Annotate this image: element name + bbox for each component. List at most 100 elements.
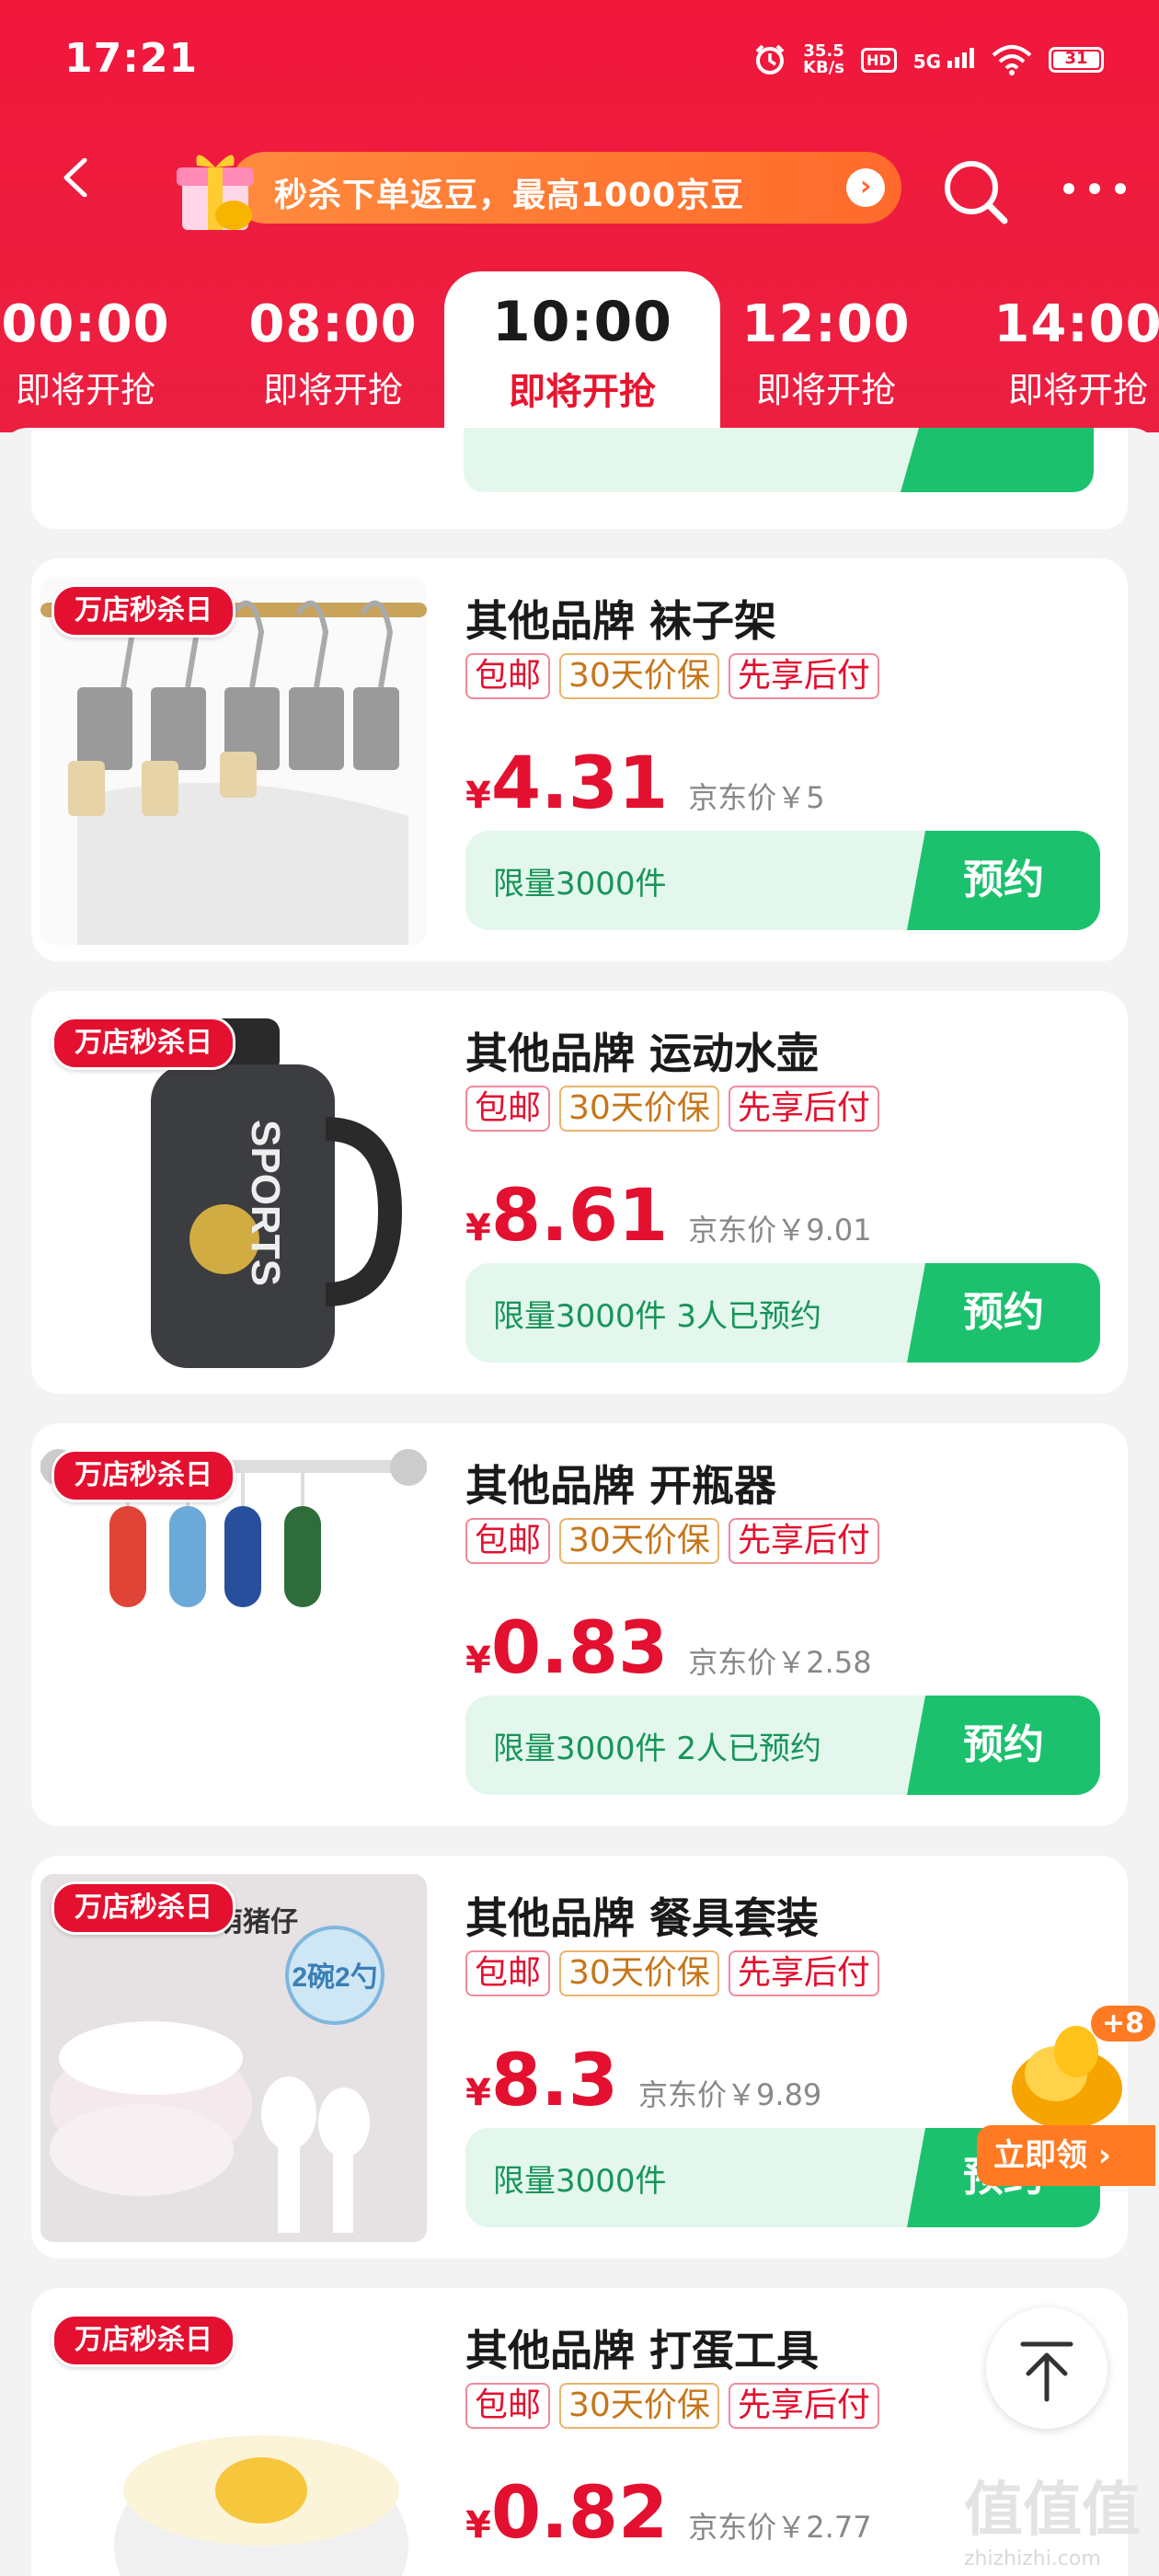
sale-price: 8.3 xyxy=(490,2040,619,2122)
promo-badge: 万店秒杀日 xyxy=(52,584,235,638)
tag-price-protect: 30天价保 xyxy=(559,1518,719,1564)
status-bar: 17:21 35.5 KB/s HD 5G 31 xyxy=(0,0,1159,120)
claim-button[interactable]: 立即领 › xyxy=(977,2125,1155,2186)
currency-symbol: ¥ xyxy=(465,1207,491,1249)
battery-icon: 31 xyxy=(1049,47,1104,73)
limit-text: 限量3000件 xyxy=(493,866,667,903)
currency-symbol: ¥ xyxy=(465,2504,491,2547)
tab-1400[interactable]: 14:00 即将开抢 xyxy=(972,294,1159,412)
sale-price: 0.83 xyxy=(490,1607,669,1690)
limit-text: 限量3000件 xyxy=(493,2163,667,2200)
price-row: ¥ 8.61 京东价￥9.01 xyxy=(465,1175,872,1258)
tag-free-shipping: 包邮 xyxy=(465,1950,551,1996)
price-row: ¥ 8.3 京东价￥9.89 xyxy=(465,2040,821,2122)
tag-free-shipping: 包邮 xyxy=(465,1518,551,1564)
price-row: ¥ 0.82 京东价￥2.77 xyxy=(465,2472,872,2555)
reward-widget[interactable]: +8 立即领 › xyxy=(975,2006,1159,2190)
tag-free-shipping: 包邮 xyxy=(465,653,551,699)
reserve-button[interactable]: 预约 xyxy=(907,831,1100,930)
tag-free-shipping: 包邮 xyxy=(465,1086,551,1132)
back-to-top-button[interactable] xyxy=(986,2307,1107,2429)
wifi-icon xyxy=(992,45,1032,75)
tag-list: 包邮 30天价保 先享后付 xyxy=(465,653,879,699)
arrow-up-icon xyxy=(1020,2341,1073,2402)
currency-symbol: ¥ xyxy=(465,1639,491,1682)
tab-1200[interactable]: 12:00 即将开抢 xyxy=(720,294,932,412)
signal-5g-icon: 5G xyxy=(913,47,975,73)
egg-caption-sub-text: 方便快捷 xyxy=(174,2388,262,2413)
chevron-right-icon: › xyxy=(846,168,885,207)
chevron-right-icon: › xyxy=(1097,2137,1111,2174)
tag-price-protect: 30天价保 xyxy=(559,1950,719,1996)
jd-price: 京东价￥2.58 xyxy=(688,1645,872,1680)
reserve-button[interactable]: 预约 xyxy=(907,1696,1100,1795)
tag-pay-later: 先享后付 xyxy=(728,2383,879,2429)
bowl-count-text: 2碗2勺 xyxy=(292,1961,377,1993)
product-list: 万店秒杀日 其他品牌 袜子架 包邮 30天价保 先享后付 ¥ 4.31 京东价￥… xyxy=(0,428,1159,2576)
promo-banner[interactable]: 秒杀下单返豆，最高1000京豆 › xyxy=(230,152,901,224)
time-tabs: 00:00 即将开抢 08:00 即将开抢 10:00 即将开抢 12:00 即… xyxy=(0,271,1159,432)
price-row: ¥ 4.31 京东价￥5 xyxy=(465,742,825,825)
product-title: 其他品牌 打蛋工具 xyxy=(465,2326,820,2375)
net-speed: 35.5 KB/s xyxy=(803,41,845,77)
tag-price-protect: 30天价保 xyxy=(559,2383,719,2429)
tag-pay-later: 先享后付 xyxy=(728,1086,879,1132)
product-card[interactable]: 万店秒杀日 其他品牌 袜子架 包邮 30天价保 先享后付 ¥ 4.31 京东价￥… xyxy=(31,558,1128,961)
bottle-text: SPORTS xyxy=(243,1120,288,1286)
reserve-bar: 限量3000件 2人已预约 预约 xyxy=(465,1696,1100,1795)
product-title: 其他品牌 餐具套装 xyxy=(465,1893,820,1943)
product-title: 其他品牌 袜子架 xyxy=(465,596,777,646)
currency-symbol: ¥ xyxy=(465,775,491,817)
watermark: 值值值 zhizhizhi.com xyxy=(964,2477,1141,2570)
promo-badge: 万店秒杀日 xyxy=(52,2314,235,2367)
product-title: 其他品牌 运动水壶 xyxy=(465,1029,820,1078)
tag-list: 包邮 30天价保 先享后付 xyxy=(465,1518,879,1564)
tab-0800[interactable]: 08:00 即将开抢 xyxy=(227,294,439,412)
limit-text: 限量3000件 3人已预约 xyxy=(493,1298,821,1335)
product-card-partial xyxy=(31,428,1128,529)
header: 17:21 35.5 KB/s HD 5G 31 秒杀下单返豆，最高1000京豆… xyxy=(0,0,1159,432)
product-card[interactable]: 万店秒杀日 其他品牌 开瓶器 包邮 30天价保 先享后付 ¥ 0.83 京东价￥… xyxy=(31,1423,1128,1826)
back-arrow-icon[interactable] xyxy=(57,158,96,197)
tab-1000-active[interactable]: 10:00 即将开抢 xyxy=(444,271,720,432)
price-row: ¥ 0.83 京东价￥2.58 xyxy=(465,1607,872,1690)
tag-list: 包邮 30天价保 先享后付 xyxy=(465,1086,879,1132)
search-icon[interactable] xyxy=(938,155,1012,228)
promo-badge: 万店秒杀日 xyxy=(52,1017,235,1070)
sale-price: 0.82 xyxy=(490,2472,669,2555)
product-title: 其他品牌 开瓶器 xyxy=(465,1461,777,1511)
tag-list: 包邮 30天价保 先享后付 xyxy=(465,2383,879,2429)
promo-badge: 万店秒杀日 xyxy=(52,1881,235,1935)
gift-box-icon xyxy=(177,155,254,230)
reward-count: +8 xyxy=(1090,2006,1155,2041)
reserve-button[interactable]: 预约 xyxy=(907,1263,1100,1363)
jd-price: 京东价￥9.89 xyxy=(638,2077,822,2112)
reserve-bar: 限量3000件 3人已预约 预约 xyxy=(465,1263,1100,1363)
tab-0000[interactable]: 00:00 即将开抢 xyxy=(0,294,191,412)
tag-price-protect: 30天价保 xyxy=(559,653,719,699)
tag-pay-later: 先享后付 xyxy=(728,1518,879,1564)
more-icon[interactable] xyxy=(1058,179,1131,198)
reserve-bar: 限量3000件 预约 xyxy=(465,831,1100,930)
limit-text: 限量3000件 2人已预约 xyxy=(493,1731,821,1767)
jd-price: 京东价￥2.77 xyxy=(688,2510,872,2545)
reserve-button[interactable] xyxy=(901,428,1094,492)
tag-list: 包邮 30天价保 先享后付 xyxy=(465,1950,879,1996)
status-icons: 35.5 KB/s HD 5G 31 xyxy=(753,37,1104,83)
product-card[interactable]: 2碗2勺 萌猪仔 万店秒杀日 其他品牌 餐具套装 包邮 30天价保 先享后付 ¥… xyxy=(31,1856,1128,2259)
tag-free-shipping: 包邮 xyxy=(465,2383,551,2429)
alarm-icon xyxy=(755,44,785,75)
currency-symbol: ¥ xyxy=(465,2072,491,2114)
promo-banner-text: 秒杀下单返豆，最高1000京豆 xyxy=(274,177,745,214)
sale-price: 4.31 xyxy=(490,742,669,825)
hd-icon: HD xyxy=(861,47,897,73)
tag-pay-later: 先享后付 xyxy=(728,1950,879,1996)
status-time: 17:21 xyxy=(64,35,199,82)
tag-price-protect: 30天价保 xyxy=(559,1086,719,1132)
promo-badge: 万店秒杀日 xyxy=(52,1449,235,1502)
signal-bars-icon xyxy=(947,47,974,68)
sale-price: 8.61 xyxy=(490,1175,669,1258)
jd-price: 京东价￥5 xyxy=(688,780,825,815)
product-card[interactable]: SPORTS 万店秒杀日 其他品牌 运动水壶 包邮 30天价保 先享后付 ¥ 8… xyxy=(31,991,1128,1394)
jd-price: 京东价￥9.01 xyxy=(688,1213,872,1248)
